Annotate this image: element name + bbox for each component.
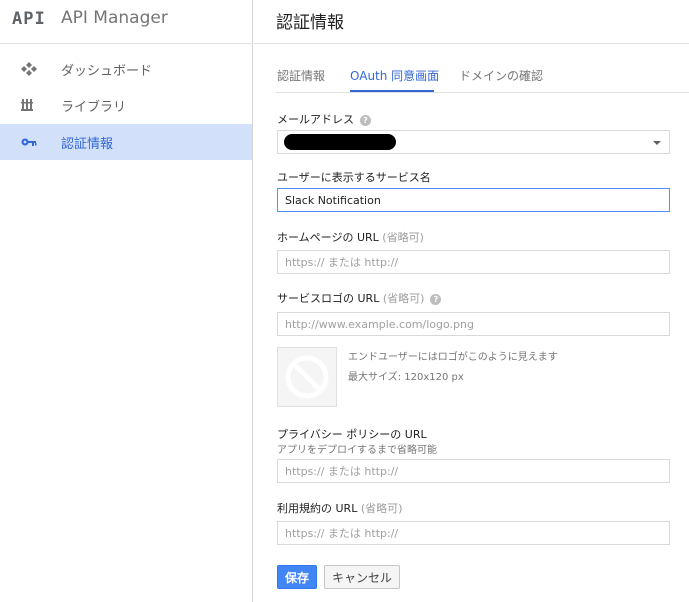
logo-preview-hint: エンドユーザーにはロゴがこのように見えます <box>348 352 558 363</box>
service-name-label: ユーザーに表示するサービス名 <box>277 171 431 184</box>
terms-url-label: 利用規約の URL (省略可) <box>277 500 402 516</box>
help-icon[interactable]: ? <box>430 293 442 305</box>
main-content: 認証情報 認証情報 OAuth 同意画面 ドメインの確認 メールアドレス? ユー… <box>254 0 689 602</box>
logo-url-field[interactable] <box>277 312 670 336</box>
terms-url-input[interactable] <box>278 522 669 545</box>
privacy-url-label: プライバシー ポリシーの URL <box>277 428 427 441</box>
logo-preview <box>277 347 337 407</box>
chevron-down-icon <box>653 141 661 145</box>
save-button[interactable]: 保存 <box>277 565 317 589</box>
cancel-button[interactable]: キャンセル <box>324 565 400 589</box>
service-name-input[interactable] <box>278 189 669 212</box>
homepage-url-input[interactable] <box>278 251 669 274</box>
logo-url-input[interactable] <box>278 313 669 336</box>
homepage-url-label: ホームページの URL (省略可) <box>277 229 424 245</box>
optional-note: (省略可) <box>382 292 425 305</box>
page-title: 認証情報 <box>276 13 344 33</box>
app-title[interactable]: API Manager <box>61 8 168 28</box>
logo-max-size: 最大サイズ: 120x120 px <box>348 372 464 383</box>
service-name-field[interactable] <box>277 188 670 212</box>
api-logo[interactable]: API <box>12 9 46 29</box>
sidebar-item-label: 認証情報 <box>61 137 114 152</box>
tab-domain-verification[interactable]: ドメインの確認 <box>459 67 543 84</box>
tab-credentials[interactable]: 認証情報 <box>277 67 325 84</box>
sidebar: API API Manager ダッシュボード ライブラリ 認証情報 <box>0 0 253 602</box>
optional-note: (省略可) <box>382 231 424 244</box>
brand-header: API API Manager <box>0 0 253 44</box>
logo-url-label-text: サービスロゴの URL <box>277 292 380 305</box>
sidebar-item-library[interactable]: ライブラリ <box>0 87 252 123</box>
tab-bar: 認証情報 OAuth 同意画面 ドメインの確認 <box>276 60 689 93</box>
terms-url-field[interactable] <box>277 521 670 545</box>
terms-url-label-text: 利用規約の URL <box>277 502 358 515</box>
dashboard-icon <box>20 61 38 77</box>
homepage-url-field[interactable] <box>277 250 670 274</box>
key-icon <box>20 134 38 150</box>
no-image-icon <box>285 355 329 399</box>
sidebar-item-label: ダッシュボード <box>61 64 153 79</box>
privacy-url-input[interactable] <box>278 460 669 483</box>
sidebar-item-dashboard[interactable]: ダッシュボード <box>0 51 252 87</box>
email-label: メールアドレス? <box>277 111 371 127</box>
email-label-text: メールアドレス <box>277 113 354 126</box>
privacy-url-field[interactable] <box>277 459 670 483</box>
help-icon[interactable]: ? <box>360 114 371 126</box>
redacted-email <box>284 134 396 150</box>
logo-url-label: サービスロゴの URL (省略可)? <box>277 290 442 306</box>
divider <box>276 92 689 93</box>
divider <box>254 43 689 44</box>
email-select[interactable] <box>277 130 670 154</box>
library-icon <box>20 97 38 113</box>
homepage-url-label-text: ホームページの URL <box>277 231 379 244</box>
sidebar-item-credentials[interactable]: 認証情報 <box>0 124 252 160</box>
tab-oauth-consent[interactable]: OAuth 同意画面 <box>350 67 439 84</box>
sidebar-item-label: ライブラリ <box>61 100 127 115</box>
optional-note: (省略可) <box>360 502 403 515</box>
privacy-url-sublabel: アプリをデプロイするまで省略可能 <box>277 445 437 456</box>
